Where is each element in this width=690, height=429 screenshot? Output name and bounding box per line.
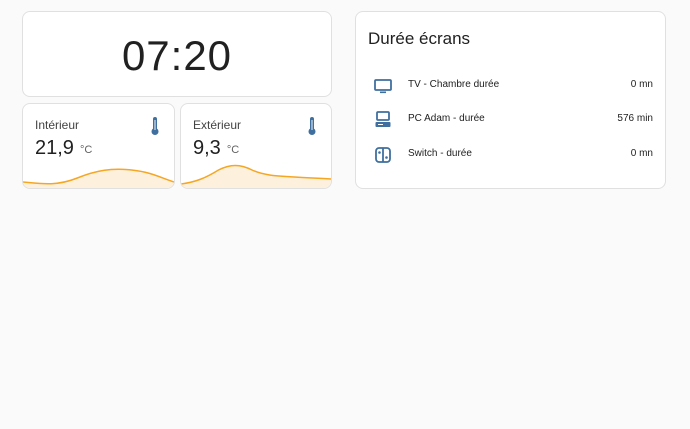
entity-label: Switch - durée [408,148,472,159]
sensor-card-interior[interactable]: Intérieur 21,9 °C [22,103,175,189]
nintendo-switch-icon [375,147,391,163]
screen-time-card: Durée écrans TV - Chambre durée 0 mn PC … [355,11,666,189]
card-title: Durée écrans [368,29,471,48]
clock-card[interactable]: 07:20 [22,11,332,97]
entity-label: PC Adam - durée [408,113,485,124]
entity-row-switch[interactable]: Switch - durée 0 mn [356,140,665,170]
entity-label: TV - Chambre durée [408,79,500,90]
entity-row-pc[interactable]: PC Adam - durée 576 min [356,105,665,135]
tv-icon [374,79,392,94]
entity-row-tv[interactable]: TV - Chambre durée 0 mn [356,71,665,101]
thermometer-icon [308,117,316,135]
clock-time: 07:20 [121,32,233,79]
entity-value: 576 min [617,113,653,124]
sensor-name: Intérieur [35,118,80,132]
temperature-history-graph [181,164,331,188]
desktop-computer-icon [375,111,391,127]
thermometer-icon [151,117,159,135]
entity-value: 0 mn [630,148,653,159]
entity-value: 0 mn [630,79,653,90]
sensor-card-exterior[interactable]: Extérieur 9,3 °C [180,103,332,189]
sensor-name: Extérieur [193,118,242,132]
temperature-history-graph [23,168,174,188]
